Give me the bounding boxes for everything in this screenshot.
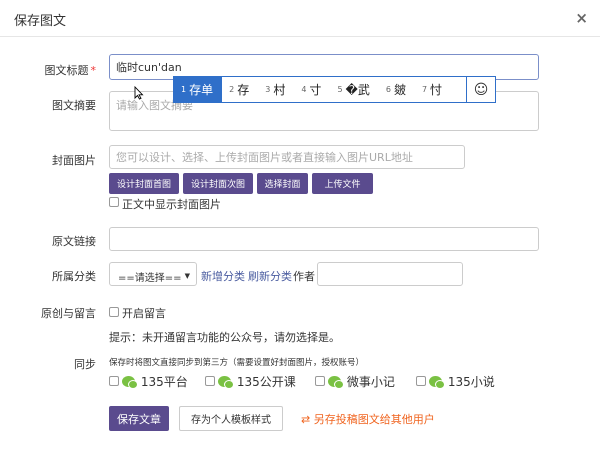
ime-candidate-bar: 1 存单 2存 3村 4寸 5 �武 6皴 7忖 ☺: [173, 76, 496, 103]
refresh-category-link[interactable]: 刷新分类: [248, 268, 292, 284]
open-comment-label: 开启留言: [122, 307, 166, 320]
required-mark: *: [90, 64, 97, 77]
sync-weishi-label: 微事小记: [346, 375, 395, 389]
sync-135-course-label: 135公开课: [236, 375, 296, 389]
cover-url-input[interactable]: [109, 145, 465, 169]
ime-candidate[interactable]: 7忖: [415, 77, 451, 102]
add-category-link[interactable]: 新增分类: [201, 268, 245, 284]
ime-candidate-num: 6: [385, 85, 391, 94]
ime-candidate-num: 5: [337, 85, 343, 94]
ime-candidate[interactable]: 6皴: [379, 77, 415, 102]
author-label: 作者: [293, 270, 315, 283]
ime-candidate-num: 2: [229, 85, 235, 94]
ime-candidate-text: 皴: [393, 83, 406, 97]
source-link-label: 原文链接: [52, 235, 96, 248]
upload-file-button[interactable]: 上传文件: [312, 173, 373, 194]
sync-135-novel-label: 135小说: [447, 375, 495, 389]
dialog-title: 保存图文: [14, 14, 67, 29]
wechat-icon: [429, 376, 445, 389]
choose-cover-button[interactable]: 选择封面: [257, 173, 308, 194]
save-article-button[interactable]: 保存文章: [109, 406, 169, 431]
category-select[interactable]: ==请选择== ▼: [109, 262, 197, 286]
ime-candidate[interactable]: 1 存单: [174, 77, 223, 102]
open-comment-checkbox[interactable]: [109, 307, 119, 317]
ime-candidate-text: 寸: [309, 83, 322, 97]
ime-candidate[interactable]: 3村: [258, 77, 294, 102]
ime-candidate-num: 3: [265, 85, 271, 94]
ime-candidate-text: 存单: [189, 83, 214, 97]
ime-candidate[interactable]: 4寸: [294, 77, 330, 102]
ime-candidate[interactable]: 2存: [222, 77, 258, 102]
sync-135-novel-item: 135小说: [429, 373, 495, 390]
sync-135-course-checkbox[interactable]: [205, 376, 215, 386]
title-label-text: 图文标题: [44, 64, 89, 77]
source-link-input[interactable]: [109, 227, 539, 251]
sync-weishi-item: 微事小记: [328, 373, 395, 390]
ime-candidate-num: 7: [421, 85, 428, 94]
share-to-user-link[interactable]: ⇄ 另存投稿图文给其他用户: [301, 411, 435, 427]
sync-135-course-item: 135公开课: [218, 373, 296, 390]
sync-description: 保存时将图文直接同步到第三方（需要设置好封面图片，授权账号）: [109, 358, 365, 368]
sync-135-checkbox[interactable]: [109, 376, 119, 386]
sync-135-novel-checkbox[interactable]: [416, 376, 426, 386]
emoji-icon[interactable]: ☺: [466, 77, 495, 102]
chevron-down-icon: ▼: [184, 272, 190, 280]
design-cover-second-button[interactable]: 设计封面次图: [183, 173, 253, 194]
category-selected: ==请选择==: [118, 273, 182, 284]
show-cover-checkbox[interactable]: [109, 197, 119, 207]
comment-tip: 提示：未开通留言功能的公众号，请勿选择是。: [109, 331, 340, 344]
sync-135-label: 135平台: [140, 375, 188, 389]
summary-label: 图文摘要: [52, 99, 96, 112]
wechat-icon: [122, 376, 138, 389]
wechat-icon: [218, 376, 234, 389]
ime-candidate-num: 1: [181, 85, 187, 94]
save-template-button[interactable]: 存为个人模板样式: [179, 406, 283, 431]
sync-label: 同步: [74, 358, 96, 371]
dialog-header: 保存图文 ×: [0, 0, 600, 37]
mouse-cursor-icon: [134, 86, 144, 100]
cover-label: 封面图片: [52, 154, 96, 167]
category-label: 所属分类: [52, 270, 96, 283]
title-label: 图文标题 *: [6, 62, 97, 78]
show-cover-label: 正文中显示封面图片: [122, 198, 221, 211]
save-article-dialog: 保存图文 × 图文标题* 图文摘要 封面图片 设计封面首图 设计封面次图 选择封…: [0, 0, 600, 453]
ime-candidate[interactable]: 5 �武: [330, 77, 378, 102]
sync-weishi-checkbox[interactable]: [315, 376, 325, 386]
close-icon[interactable]: ×: [575, 10, 588, 26]
ime-candidate-text: 忖: [430, 83, 443, 97]
ime-candidate-num: 4: [301, 85, 307, 94]
sync-135-item: 135平台: [122, 373, 188, 390]
ime-candidate-text: �武: [345, 83, 370, 97]
design-cover-first-button[interactable]: 设计封面首图: [109, 173, 179, 194]
ime-candidate-text: 村: [273, 83, 286, 97]
ime-candidate-text: 存: [237, 83, 250, 97]
comment-label: 原创与留言: [41, 307, 96, 320]
author-input[interactable]: [317, 262, 463, 286]
wechat-icon: [328, 376, 344, 389]
